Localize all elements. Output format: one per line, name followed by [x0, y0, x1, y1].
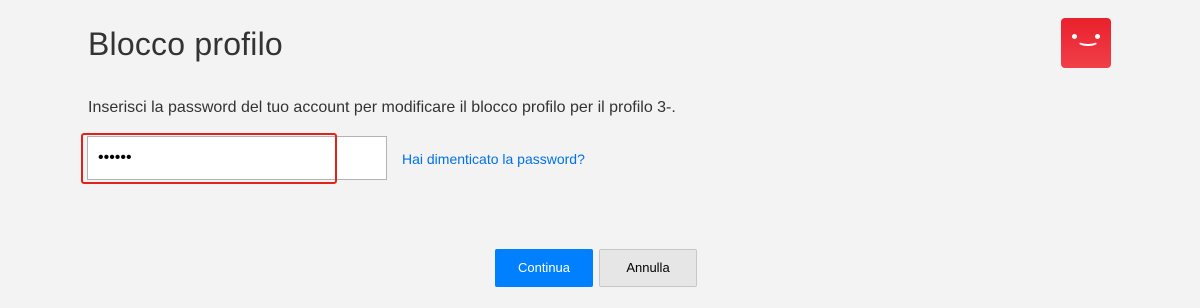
- instruction-text: Inserisci la password del tuo account pe…: [88, 99, 676, 116]
- forgot-password-link[interactable]: Hai dimenticato la password?: [402, 151, 585, 167]
- profile-avatar[interactable]: [1061, 18, 1111, 68]
- page-title: Blocco profilo: [88, 26, 283, 62]
- cancel-button[interactable]: Annulla: [599, 249, 697, 287]
- password-input[interactable]: [87, 136, 387, 180]
- smiley-profile-icon: [1077, 36, 1099, 46]
- continue-button[interactable]: Continua: [495, 249, 593, 287]
